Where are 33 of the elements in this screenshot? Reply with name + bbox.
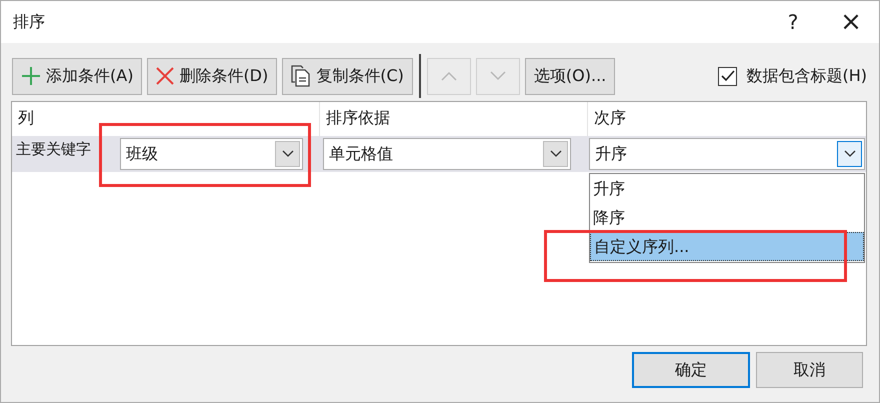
header-checkbox[interactable]: 数据包含标题(H) [718, 66, 867, 86]
dropdown-option[interactable]: 自定义序列... [590, 232, 864, 261]
window-title: 排序 [13, 12, 45, 32]
x-icon [156, 67, 174, 85]
column-header: 列 [17, 107, 35, 129]
dropdown-button[interactable] [275, 141, 300, 167]
checkbox[interactable] [718, 66, 738, 86]
chevron-down-icon [282, 150, 294, 158]
dropdown-button[interactable] [837, 141, 862, 167]
chevron-down-icon [844, 150, 856, 158]
order-combo[interactable]: 升序 [589, 138, 865, 170]
dropdown-option[interactable]: 降序 [590, 203, 864, 232]
cancel-button[interactable]: 取消 [756, 352, 863, 388]
chevron-down-icon [550, 150, 562, 158]
add-condition-button[interactable]: 添加条件(A) [12, 58, 142, 94]
dropdown-option[interactable]: 升序 [590, 174, 864, 203]
checkmark-icon [720, 70, 735, 82]
chevron-down-icon [490, 71, 506, 81]
chevron-up-icon [440, 71, 457, 81]
options-button[interactable]: 选项(O)... [524, 58, 616, 94]
sort-on-combo[interactable]: 单元格值 [323, 138, 571, 170]
delete-condition-button[interactable]: 删除条件(D) [147, 58, 278, 94]
dropdown-button[interactable] [543, 141, 568, 167]
copy-condition-button[interactable]: 复制条件(C) [282, 58, 413, 94]
column-combo[interactable]: 班级 [120, 138, 303, 170]
help-button[interactable]: ? [771, 10, 815, 34]
row-label: 主要关键字 [15, 139, 92, 159]
ok-button[interactable]: 确定 [632, 352, 750, 388]
close-button[interactable]: × [829, 7, 873, 37]
sort-level-row[interactable]: 主要关键字 班级 单元格值 升序 [12, 136, 866, 172]
checkbox-label: 数据包含标题(H) [746, 66, 867, 86]
plus-icon [21, 66, 41, 86]
copy-icon [291, 65, 312, 87]
